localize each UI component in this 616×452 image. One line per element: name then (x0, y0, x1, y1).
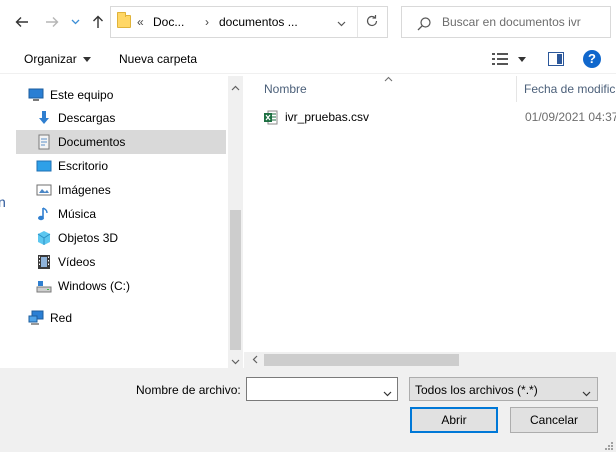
file-type-value: Todos los archivos (*.*) (415, 383, 538, 397)
chevron-down-icon (582, 386, 591, 400)
nav-item-desktop[interactable]: Escritorio (36, 154, 226, 178)
nav-item-label: Escritorio (58, 159, 109, 173)
refresh-icon (366, 15, 378, 27)
folder-icon (117, 12, 131, 28)
breadcrumb-current-folder[interactable]: documentos ... (219, 15, 298, 29)
file-list: Nombre Fecha de modific ivr_pruebas.csv … (244, 76, 616, 368)
up-button[interactable] (88, 12, 108, 32)
navigation-scrollbar[interactable] (228, 76, 243, 368)
nav-item-this-pc[interactable]: Este equipo (28, 83, 238, 107)
column-divider[interactable] (516, 76, 517, 102)
nav-item-downloads[interactable]: Descargas (36, 106, 226, 130)
search-field[interactable]: Buscar en documentos ivr (401, 6, 611, 38)
scroll-thumb[interactable] (230, 210, 241, 350)
scroll-thumb[interactable] (264, 354, 459, 366)
nav-item-label: Vídeos (58, 255, 96, 269)
nav-item-label: Documentos (58, 135, 126, 149)
cancel-button[interactable]: Cancelar (510, 407, 598, 433)
details-view-icon (492, 53, 508, 65)
scroll-left-button[interactable] (252, 355, 258, 367)
music-icon (36, 206, 52, 222)
column-header-name[interactable]: Nombre (264, 82, 307, 96)
organize-button[interactable]: Organizar (24, 52, 91, 66)
back-button[interactable] (12, 12, 32, 32)
breadcrumb-separator[interactable]: › (205, 15, 209, 29)
file-date: 01/09/2021 04:37 (525, 110, 616, 124)
table-row[interactable]: ivr_pruebas.csv 01/09/2021 04:37 (260, 106, 616, 128)
nav-item-music[interactable]: Música (36, 202, 226, 226)
nav-item-label: Windows (C:) (58, 279, 131, 293)
recent-locations-button[interactable] (68, 12, 82, 32)
column-header-date[interactable]: Fecha de modific (524, 82, 615, 96)
breadcrumb-overflow[interactable]: « (137, 15, 144, 29)
nav-item-label: Descargas (58, 111, 116, 125)
filename-label: Nombre de archivo: (136, 383, 241, 397)
dialog-footer: Nombre de archivo: Todos los archivos (*… (0, 368, 616, 452)
arrow-right-icon (46, 17, 59, 27)
preview-pane-button[interactable] (548, 52, 564, 66)
scroll-down-button[interactable] (231, 354, 240, 368)
chevron-up-icon (231, 85, 240, 91)
organize-label: Organizar (24, 52, 77, 66)
caret-down-icon (82, 57, 91, 63)
address-row: « Doc... › documentos ... Buscar en docu… (0, 0, 616, 44)
horizontal-scrollbar[interactable] (244, 352, 616, 368)
documents-icon (36, 134, 52, 150)
downloads-icon (36, 110, 52, 126)
chevron-down-icon (337, 21, 346, 27)
pictures-icon (36, 182, 52, 198)
background-glyph-icon: n (0, 194, 6, 210)
nav-item-label: Música (58, 207, 97, 221)
nav-item-pictures[interactable]: Imágenes (36, 178, 226, 202)
nav-item-label: Imágenes (58, 183, 111, 197)
address-bar[interactable]: « Doc... › documentos ... (110, 6, 388, 38)
filename-dropdown-button[interactable] (383, 386, 392, 400)
address-dropdown-button[interactable] (337, 16, 346, 30)
new-folder-button[interactable]: Nueva carpeta (119, 52, 197, 66)
nav-item-windows-drive[interactable]: Windows (C:) (36, 274, 226, 298)
nav-item-documents[interactable]: Documentos (16, 130, 226, 154)
network-icon (28, 310, 44, 326)
arrow-up-icon (93, 15, 103, 28)
open-button[interactable]: Abrir (410, 407, 498, 433)
excel-csv-icon (264, 110, 278, 125)
nav-item-network[interactable]: Red (28, 306, 238, 330)
videos-icon (36, 254, 52, 270)
file-name[interactable]: ivr_pruebas.csv (285, 110, 369, 124)
search-icon (416, 16, 432, 32)
nav-item-label: Objetos 3D (58, 231, 119, 245)
chevron-down-icon (231, 359, 240, 365)
search-input[interactable]: Buscar en documentos ivr (442, 15, 581, 29)
nav-item-3d-objects[interactable]: Objetos 3D (36, 226, 226, 250)
scroll-up-button[interactable] (231, 80, 240, 94)
help-icon: ? (588, 51, 596, 66)
toolbar: Organizar Nueva carpeta ? (0, 44, 616, 74)
view-options-button[interactable] (492, 53, 508, 65)
address-divider (357, 7, 358, 37)
nav-item-videos[interactable]: Vídeos (36, 250, 226, 274)
navigation-pane: Este equipo Descargas Documentos Escrito… (16, 76, 228, 368)
arrow-left-icon (15, 17, 28, 27)
nav-item-label: Red (50, 311, 73, 325)
resize-grip-icon[interactable] (604, 440, 614, 450)
drive-icon (36, 278, 52, 294)
chevron-left-icon (252, 355, 258, 364)
chevron-down-icon (383, 391, 392, 397)
nav-item-label: Este equipo (50, 88, 114, 102)
sort-ascending-icon (384, 74, 393, 84)
breadcrumb-documents[interactable]: Doc... (153, 15, 184, 29)
help-button[interactable]: ? (583, 50, 601, 68)
forward-button[interactable] (42, 12, 62, 32)
desktop-icon (36, 158, 52, 174)
computer-icon (28, 87, 44, 103)
file-type-select[interactable]: Todos los archivos (*.*) (409, 377, 598, 401)
refresh-button[interactable] (365, 14, 379, 31)
chevron-down-icon (71, 19, 79, 25)
view-options-dropdown[interactable] (518, 57, 526, 62)
filename-input[interactable] (246, 377, 398, 401)
objects-3d-icon (36, 230, 52, 246)
